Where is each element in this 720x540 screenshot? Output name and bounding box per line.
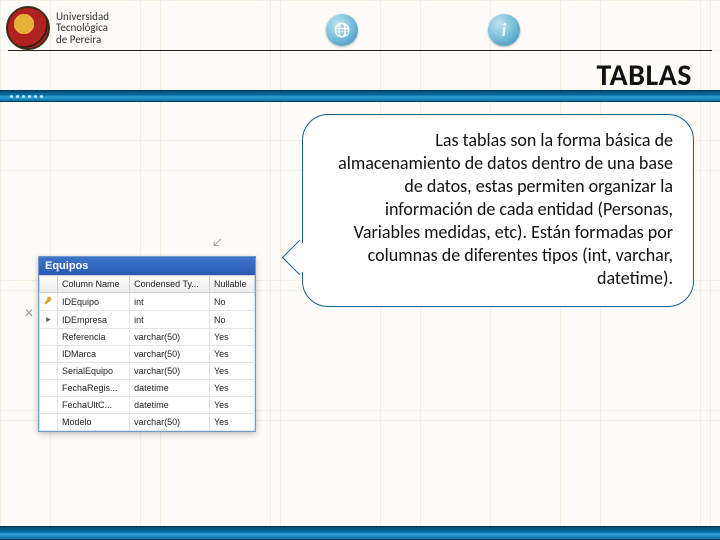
- bottom-band: [0, 526, 720, 540]
- column-nullable-cell: Yes: [209, 363, 254, 380]
- row-icon-empty: [40, 397, 58, 414]
- grid-header-icon: [40, 276, 58, 293]
- column-nullable-cell: No: [209, 311, 254, 329]
- table-row: Modelovarchar(50)Yes: [40, 414, 255, 431]
- grid-header-nullable: Nullable: [209, 276, 254, 293]
- table-row: Referenciavarchar(50)Yes: [40, 329, 255, 346]
- column-type-cell: datetime: [130, 397, 210, 414]
- column-type-cell: int: [130, 311, 210, 329]
- slide-title: TABLAS: [596, 57, 692, 94]
- row-icon-empty: [40, 329, 58, 346]
- table-designer-window: Equipos Column Name Condensed Ty... Null…: [38, 256, 256, 432]
- column-nullable-cell: No: [209, 293, 254, 311]
- column-name-cell: FechaRegis...: [58, 380, 130, 397]
- column-type-cell: int: [130, 293, 210, 311]
- header-separator: [8, 50, 712, 51]
- stray-mark: ↙: [212, 236, 223, 250]
- table-title: Equipos: [39, 257, 255, 275]
- grid-header-row: Column Name Condensed Ty... Nullable: [40, 276, 255, 293]
- row-icon-empty: [40, 380, 58, 397]
- title-bar: TABLAS: [0, 52, 720, 98]
- grid-header-name: Column Name: [58, 276, 130, 293]
- column-name-cell: SerialEquipo: [58, 363, 130, 380]
- column-nullable-cell: Yes: [209, 397, 254, 414]
- stray-mark: ✕: [24, 306, 34, 321]
- row-icon-empty: [40, 346, 58, 363]
- globe-icon: [326, 14, 358, 46]
- column-name-cell: IDMarca: [58, 346, 130, 363]
- table-row: SerialEquipovarchar(50)Yes: [40, 363, 255, 380]
- table-row: IDMarcavarchar(50)Yes: [40, 346, 255, 363]
- column-name-cell: IDEquipo: [58, 293, 130, 311]
- grid-header-type: Condensed Ty...: [130, 276, 210, 293]
- column-nullable-cell: Yes: [209, 346, 254, 363]
- column-name-cell: IDEmpresa: [58, 311, 130, 329]
- column-type-cell: datetime: [130, 380, 210, 397]
- columns-grid: Column Name Condensed Ty... Nullable IDE…: [39, 275, 255, 431]
- slide-header: Universidad Tecnológica de Pereira i TAB…: [0, 0, 720, 98]
- table-row: FechaUltC...datetimeYes: [40, 397, 255, 414]
- university-name: Universidad Tecnológica de Pereira: [56, 11, 109, 46]
- column-type-cell: varchar(50): [130, 329, 210, 346]
- column-nullable-cell: Yes: [209, 414, 254, 431]
- description-text: Las tablas son la forma básica de almace…: [338, 129, 673, 289]
- column-type-cell: varchar(50): [130, 414, 210, 431]
- column-name-cell: FechaUltC...: [58, 397, 130, 414]
- description-bubble: Las tablas son la forma básica de almace…: [302, 114, 694, 307]
- column-name-cell: Modelo: [58, 414, 130, 431]
- row-icon-empty: [40, 363, 58, 380]
- column-nullable-cell: Yes: [209, 380, 254, 397]
- logo-seal-icon: [6, 6, 50, 50]
- header-ornaments: i: [326, 14, 520, 46]
- column-type-cell: varchar(50): [130, 346, 210, 363]
- row-indicator-icon: ▸: [40, 311, 58, 329]
- table-row: ▸IDEmpresaintNo: [40, 311, 255, 329]
- column-type-cell: varchar(50): [130, 363, 210, 380]
- table-row: IDEquipointNo: [40, 293, 255, 311]
- column-name-cell: Referencia: [58, 329, 130, 346]
- info-icon: i: [488, 14, 520, 46]
- primary-key-icon: [40, 293, 58, 311]
- column-nullable-cell: Yes: [209, 329, 254, 346]
- university-line3: de Pereira: [56, 34, 109, 46]
- university-logo: Universidad Tecnológica de Pereira: [6, 6, 109, 50]
- table-row: FechaRegis...datetimeYes: [40, 380, 255, 397]
- row-icon-empty: [40, 414, 58, 431]
